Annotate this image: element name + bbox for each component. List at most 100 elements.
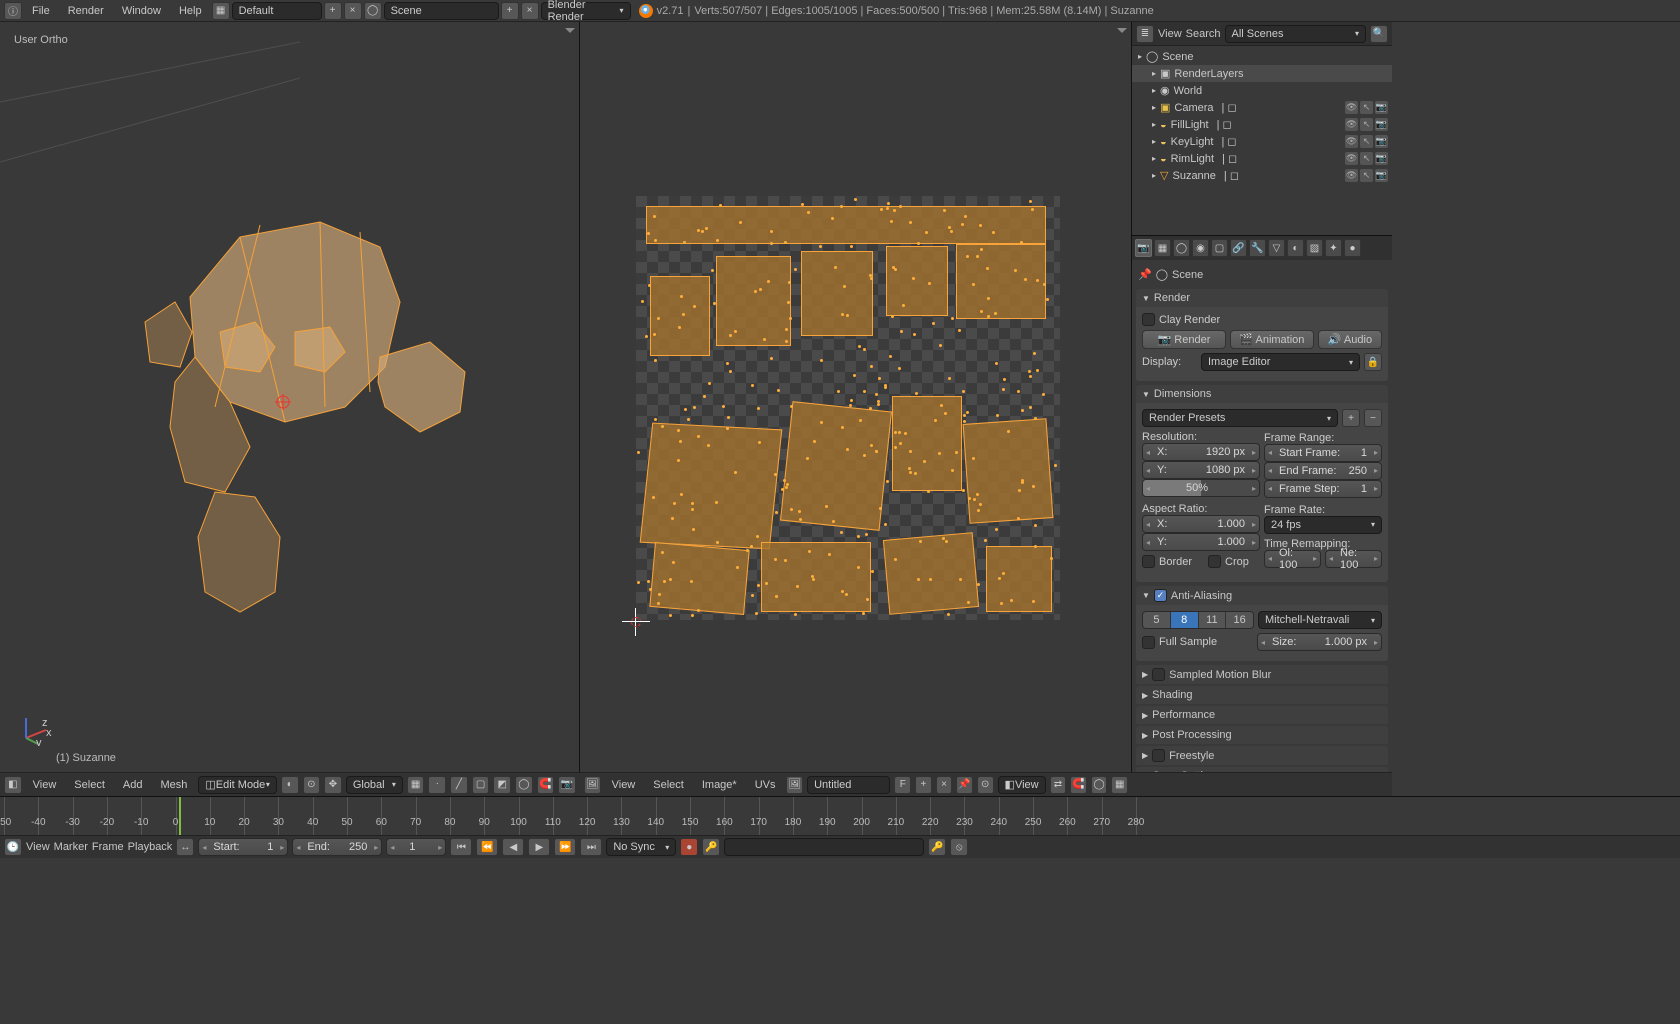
aspect-x-field[interactable]: ◂X:1.000▸ [1142,515,1260,533]
pivot-icon[interactable]: ⊙ [303,776,321,794]
jump-end-button[interactable]: ⏭ [580,838,602,856]
current-frame-tl[interactable]: ◂1▸ [386,838,446,856]
viewport-shading-icon[interactable]: ◐ [281,776,299,794]
new-map-field[interactable]: ◂Ne: 100▸ [1325,550,1382,568]
tl-menu-frame[interactable]: Frame [92,841,124,853]
editor-type-3d-icon[interactable]: ◧ [4,776,22,794]
panel-render-header[interactable]: ▼Render [1136,289,1388,307]
clay-render-checkbox[interactable] [1142,313,1155,326]
res-pct-field[interactable]: ◂50%▸ [1142,479,1260,497]
uv-view-mode[interactable]: ◧ View [998,776,1046,794]
sel-vert-icon[interactable]: ⋅ [428,776,446,794]
tab-modifiers-icon[interactable]: 🔧 [1249,239,1266,257]
image-unlink-button[interactable]: × [936,776,953,794]
orientation-dropdown[interactable]: Global▾ [346,776,403,794]
tab-material-icon[interactable]: ◐ [1287,239,1304,257]
restrict-render-icon[interactable]: 📷 [1375,152,1388,165]
render-engine-dropdown[interactable]: Blender Render▾ [541,2,631,20]
fps-dropdown[interactable]: 24 fps▾ [1264,516,1382,534]
scene-add-button[interactable]: + [501,2,519,20]
tab-data-icon[interactable]: ▽ [1268,239,1285,257]
sel-face-icon[interactable]: ▢ [472,776,490,794]
old-map-field[interactable]: ◂Ol: 100▸ [1264,550,1321,568]
uv-snap-icon[interactable]: 🧲 [1070,776,1087,794]
menu-window[interactable]: Window [114,3,169,19]
frame-step-field[interactable]: ◂Frame Step:1▸ [1264,480,1382,498]
aa-samples-segment[interactable]: 5 8 11 16 [1142,611,1254,629]
tab-render-layers-icon[interactable]: ▦ [1154,239,1171,257]
render-presets-dropdown[interactable]: Render Presets▾ [1142,409,1338,427]
tab-scene-icon[interactable]: ◯ [1173,239,1190,257]
restrict-select-icon[interactable]: ↖ [1360,101,1373,114]
area-split-corner[interactable] [565,28,575,33]
aa-11[interactable]: 11 [1199,612,1227,628]
layout-remove-button[interactable]: × [344,2,362,20]
editor-type-image-icon[interactable]: 🖼 [584,776,601,794]
restrict-render-icon[interactable]: 📷 [1375,118,1388,131]
start-frame-field[interactable]: ◂Start Frame:1▸ [1264,444,1382,462]
viewport-uv-image[interactable] [580,22,1132,772]
aa-filter-dropdown[interactable]: Mitchell-Netravali▾ [1258,611,1382,629]
layers-icon[interactable]: ▦ [407,776,425,794]
play-button[interactable]: ▶ [528,838,550,856]
restrict-select-icon[interactable]: ↖ [1360,118,1373,131]
outliner-search-icon[interactable]: 🔍 [1370,25,1388,43]
limit-sel-icon[interactable]: ◩ [493,776,511,794]
aa-5[interactable]: 5 [1143,612,1171,628]
keying-set-icon[interactable]: 🔑 [702,838,720,856]
scene-remove-button[interactable]: × [521,2,539,20]
editor-type-timeline-icon[interactable]: 🕒 [4,838,22,856]
outliner-item-camera[interactable]: ▸▣Camera| ◻👁↖📷 [1132,99,1392,116]
mesh-suzanne[interactable] [120,207,500,637]
restrict-select-icon[interactable]: ↖ [1360,169,1373,182]
view3d-menu-add[interactable]: Add [116,777,150,793]
outliner-view-menu[interactable]: View [1158,28,1182,40]
area-split-corner[interactable] [1117,28,1127,33]
uv-proportional-icon[interactable]: ◯ [1091,776,1108,794]
scene-icon[interactable]: ◯ [364,2,382,20]
tab-render-icon[interactable]: 📷 [1135,239,1152,257]
prop-edit-icon[interactable]: ◯ [515,776,533,794]
uv-menu-view[interactable]: View [605,777,643,793]
uv-sel-sync-icon[interactable]: ⇄ [1050,776,1067,794]
end-frame-tl[interactable]: ◂End:250▸ [292,838,382,856]
pivot-uv-icon[interactable]: ⊙ [977,776,994,794]
uv-menu-select[interactable]: Select [646,777,691,793]
timeline-ruler[interactable]: -50-40-30-20-100102030405060708090100110… [0,797,1680,835]
restrict-render-icon[interactable]: 📷 [1375,135,1388,148]
mode-dropdown[interactable]: ◫ Edit Mode▾ [198,776,277,794]
outliner-item-renderlayers[interactable]: ▸▣RenderLayers [1132,65,1392,82]
restrict-select-icon[interactable]: ↖ [1360,135,1373,148]
keyframe-next-button[interactable]: ⏩ [554,838,576,856]
view3d-menu-mesh[interactable]: Mesh [153,777,194,793]
aa-8[interactable]: 8 [1171,612,1199,628]
outliner-item-rimlight[interactable]: ▸◒RimLight| ◻👁↖📷 [1132,150,1392,167]
res-y-field[interactable]: ◂Y:1080 px▸ [1142,461,1260,479]
border-checkbox[interactable] [1142,555,1155,568]
panel-sampled-motion-blur-header[interactable]: ▶Sampled Motion Blur [1136,665,1388,684]
viewport-3d[interactable]: User Ortho z [0,22,580,772]
menu-render[interactable]: Render [60,3,112,19]
restrict-view-icon[interactable]: 👁 [1345,152,1358,165]
restrict-render-icon[interactable]: 📷 [1375,101,1388,114]
uv-menu-uvs[interactable]: UVs [748,777,783,793]
sel-edge-icon[interactable]: ╱ [450,776,468,794]
tab-particles-icon[interactable]: ✦ [1325,239,1342,257]
outliner-item-suzanne[interactable]: ▸▽Suzanne| ◻👁↖📷 [1132,167,1392,184]
outliner-item-keylight[interactable]: ▸◒KeyLight| ◻👁↖📷 [1132,133,1392,150]
panel-performance-header[interactable]: ▶Performance [1136,706,1388,724]
outliner-item-filllight[interactable]: ▸◒FillLight| ◻👁↖📷 [1132,116,1392,133]
screen-layout-icon[interactable]: ▦ [212,2,230,20]
image-add-button[interactable]: + [915,776,932,794]
start-frame-tl[interactable]: ◂Start:1▸ [198,838,288,856]
render-viewport-icon[interactable]: 📷 [558,776,576,794]
restrict-view-icon[interactable]: 👁 [1345,135,1358,148]
tl-menu-marker[interactable]: Marker [54,841,88,853]
play-reverse-button[interactable]: ◀ [502,838,524,856]
menu-help[interactable]: Help [171,3,210,19]
animation-button[interactable]: 🎬 Animation [1230,330,1314,349]
pin-icon[interactable]: 📌 [1138,268,1152,281]
aa-size-field[interactable]: ◂Size:1.000 px▸ [1257,633,1382,651]
keying-set-dropdown[interactable] [724,838,924,856]
restrict-view-icon[interactable]: 👁 [1345,118,1358,131]
